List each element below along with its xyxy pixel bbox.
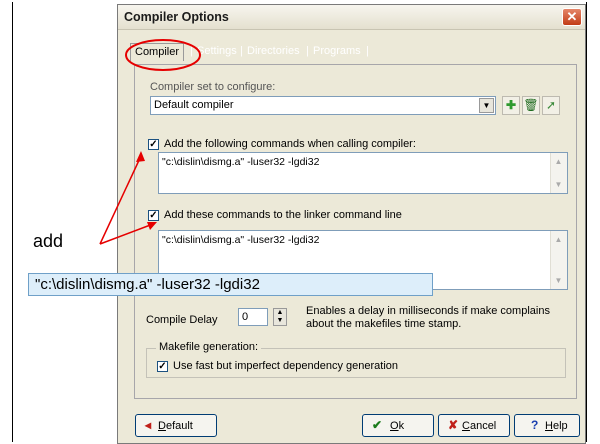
compiler-set-label: Compiler set to configure: [150,81,276,93]
cancel-button-label: Cancel [462,420,497,432]
annotation-add-text: add [33,231,64,251]
close-icon: ✕ [566,9,578,24]
makefile-option-checkbox[interactable]: ✓ [157,361,168,372]
tab-strip: Compiler | Settings | Directories | Prog… [128,43,568,65]
compile-delay-help-2: about the makefiles time stamp. [306,318,462,330]
tab-separator: | [240,45,243,57]
help-button-label: Help [545,420,568,432]
tab-directories[interactable]: Directories [247,45,300,57]
cancel-button[interactable]: ✘ Cancel [438,414,510,437]
dialog-title: Compiler Options [124,10,229,24]
compiler-cmds-textarea[interactable]: "c:\dislin\dismg.a" -luser32 -lgdi32 ▲ ▼ [158,152,568,194]
compile-delay-input[interactable]: 0 [238,308,268,326]
compiler-cmds-text: "c:\dislin\dismg.a" -luser32 -lgdi32 [162,156,320,168]
delete-compiler-set-button[interactable]: 🗑 [522,96,540,115]
compiler-cmds-label: Add the following commands when calling … [164,138,416,150]
scroll-up-icon[interactable]: ▲ [552,155,565,168]
compiler-set-select[interactable]: Default compiler ▼ [150,96,496,115]
compiler-set-value: Default compiler [154,99,234,111]
compiler-cmds-checkbox[interactable]: ✓ [148,139,159,150]
chevron-down-icon[interactable]: ▼ [479,98,494,113]
title-bar: Compiler Options ✕ [118,5,585,30]
makefile-option-label: Use fast but imperfect dependency genera… [173,360,399,372]
add-compiler-set-button[interactable]: ✚ [502,96,520,115]
ok-button-label: Ok [390,420,405,432]
scroll-down-icon[interactable]: ▼ [552,178,565,191]
tab-separator: | [306,45,309,57]
linker-cmds-checkbox[interactable]: ✓ [148,210,159,221]
tab-programs[interactable]: Programs [313,45,361,57]
down-icon[interactable]: ▼ [274,317,286,325]
default-button-label: Default [158,420,193,432]
makefile-group-label: Makefile generation: [156,341,262,353]
linker-cmds-label: Add these commands to the linker command… [164,209,402,221]
up-icon[interactable]: ▲ [274,309,286,317]
check-icon: ✔ [372,418,383,432]
scrollbar[interactable]: ▲ ▼ [550,153,567,193]
delete-icon: 🗑 [523,98,539,112]
linker-cmds-text: "c:\dislin\dismg.a" -luser32 -lgdi32 [162,234,320,246]
scroll-down-icon[interactable]: ▼ [552,274,565,287]
ok-button[interactable]: ✔ Ok [362,414,434,437]
rename-icon: ➚ [545,98,557,112]
back-arrow-icon: ◂ [145,418,152,432]
tab-separator: | [366,45,369,57]
compile-delay-help: Enables a delay in milliseconds if make … [306,305,550,317]
tab-compiler[interactable]: Compiler [130,43,185,61]
default-button[interactable]: ◂ Default [135,414,217,437]
annotation-callout: "c:\dislin\dismg.a" -luser32 -lgdi32 [28,273,433,296]
help-button[interactable]: ? Help [514,414,580,437]
tab-separator: | [190,45,193,57]
compile-delay-label: Compile Delay [146,314,218,326]
scrollbar[interactable]: ▲ ▼ [550,231,567,289]
help-icon: ? [531,418,539,432]
add-icon: ✚ [505,98,517,112]
compile-delay-value: 0 [242,311,249,323]
x-icon: ✘ [448,418,459,432]
annotation-callout-text: "c:\dislin\dismg.a" -luser32 -lgdi32 [35,276,260,293]
rename-compiler-set-button[interactable]: ➚ [542,96,560,115]
tab-settings[interactable]: Settings [197,45,237,57]
close-button[interactable]: ✕ [562,8,582,26]
compile-delay-stepper[interactable]: ▲ ▼ [273,308,287,326]
scroll-up-icon[interactable]: ▲ [552,233,565,246]
